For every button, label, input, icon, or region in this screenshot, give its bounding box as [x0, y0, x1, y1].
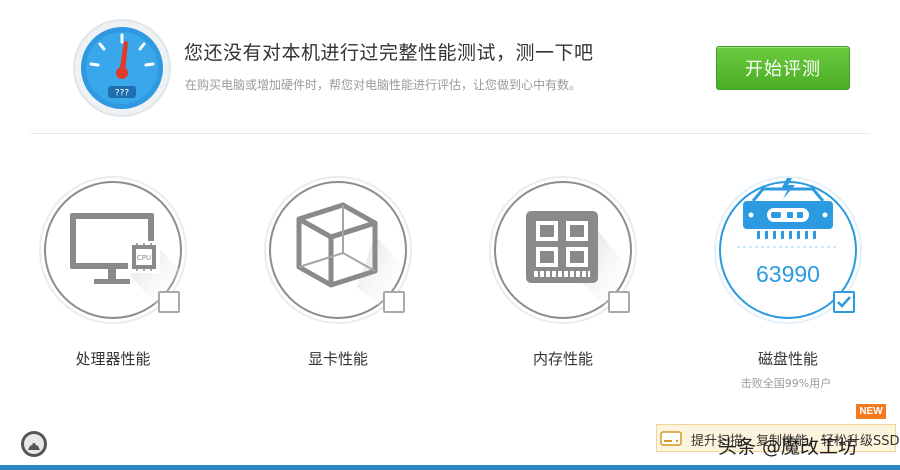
hard-drive-icon	[660, 431, 682, 446]
divider	[30, 133, 870, 134]
cpu-test-label: 处理器性能	[75, 350, 151, 368]
page-headline: 您还没有对本机进行过完整性能测试，测一下吧	[184, 42, 594, 64]
disk-score: 63990	[756, 261, 820, 287]
disk-test-card[interactable]: 63990	[713, 175, 863, 325]
page-subtitle: 在购买电脑或增加硬件时，帮您对电脑性能进行评估，让您做到心中有数。	[185, 78, 582, 92]
disk-test-checkbox[interactable]	[833, 291, 855, 313]
cpu-test-card[interactable]: CPU	[38, 175, 188, 325]
disk-rank-text: 击败全国99%用户	[740, 377, 832, 390]
memory-test-checkbox[interactable]	[608, 291, 630, 313]
memory-test-card[interactable]	[488, 175, 638, 325]
new-badge: NEW	[856, 404, 886, 419]
gpu-test-card[interactable]	[263, 175, 413, 325]
cpu-test-checkbox[interactable]	[158, 291, 180, 313]
memory-test-label: 内存性能	[532, 350, 593, 368]
mascot-icon[interactable]	[20, 430, 48, 458]
speedometer-icon: ???	[73, 19, 171, 117]
bottom-status-bar	[0, 465, 900, 470]
gpu-test-label: 显卡性能	[307, 350, 368, 368]
checkmark-icon	[837, 296, 851, 308]
gpu-test-checkbox[interactable]	[383, 291, 405, 313]
disk-test-label: 磁盘性能	[757, 350, 818, 368]
watermark: 头条 @魔改工坊	[718, 436, 858, 458]
gauge-readout: ???	[115, 89, 130, 99]
cpu-chip-label: CPU	[137, 254, 151, 262]
start-test-button[interactable]: 开始评测	[716, 46, 850, 90]
